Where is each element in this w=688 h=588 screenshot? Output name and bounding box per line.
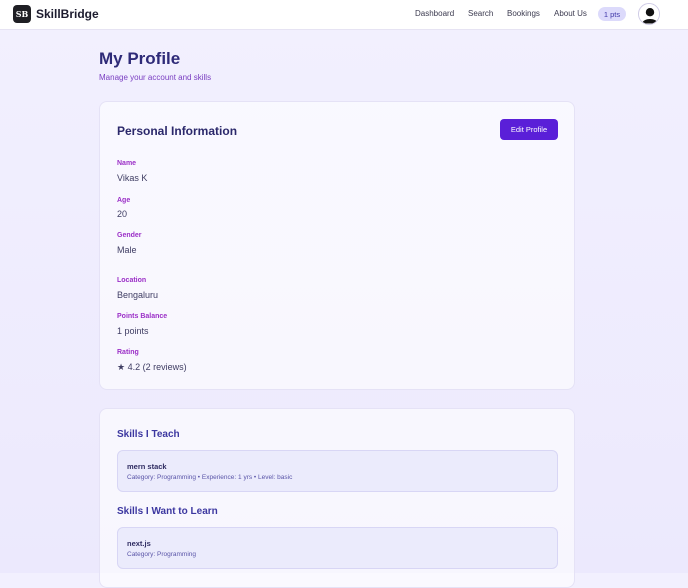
page-title: My Profile — [99, 49, 181, 68]
nav-links: Dashboard Search Bookings About Us — [0, 0, 688, 30]
nav-link-search[interactable]: Search — [468, 9, 493, 18]
name-label: Name — [117, 160, 137, 167]
page-subtitle: Manage your account and skills — [99, 73, 212, 82]
personal-info-title: Personal Information — [117, 124, 238, 138]
points-badge[interactable]: 1 pts — [598, 7, 626, 21]
rating-label: Rating — [117, 349, 139, 356]
edit-profile-button[interactable]: Edit Profile — [500, 119, 558, 140]
skills-learn-title: Skills I Want to Learn — [117, 506, 218, 517]
location-value: Bengaluru — [117, 290, 159, 300]
points-balance-label: Points Balance — [117, 313, 168, 320]
age-value: 20 — [117, 209, 128, 219]
age-label: Age — [117, 197, 131, 204]
teach-skill-item[interactable]: mern stack Category: Programming • Exper… — [117, 450, 558, 492]
rating-value: ★ 4.2 (2 reviews) — [117, 362, 187, 372]
learn-skill-name: next.js — [127, 539, 151, 548]
points-balance-value: 1 points — [117, 326, 149, 336]
top-navbar: SB SkillBridge Dashboard Search Bookings… — [0, 0, 688, 30]
skills-card: Skills I Teach mern stack Category: Prog… — [99, 408, 575, 588]
learn-skill-meta: Category: Programming — [127, 551, 196, 558]
name-value: Vikas K — [117, 173, 148, 183]
teach-skill-name: mern stack — [127, 462, 167, 471]
learn-skill-item[interactable]: next.js Category: Programming — [117, 527, 558, 569]
nav-link-bookings[interactable]: Bookings — [507, 9, 540, 18]
gender-label: Gender — [117, 232, 142, 239]
location-label: Location — [117, 277, 147, 284]
personal-info-card: Personal Information Edit Profile Name V… — [99, 101, 575, 390]
nav-link-dashboard[interactable]: Dashboard — [415, 9, 454, 18]
user-avatar-icon[interactable] — [638, 3, 660, 25]
teach-skill-meta: Category: Programming • Experience: 1 yr… — [127, 474, 293, 481]
skills-teach-title: Skills I Teach — [117, 429, 180, 440]
gender-value: Male — [117, 245, 137, 255]
nav-link-about-us[interactable]: About Us — [554, 9, 587, 18]
